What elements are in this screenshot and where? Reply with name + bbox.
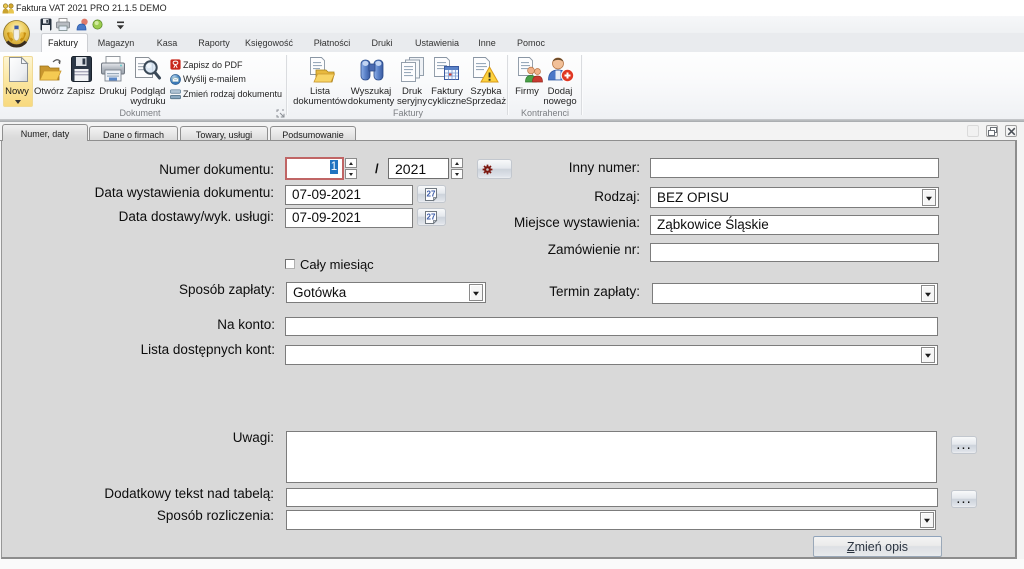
svg-text:27: 27 (427, 213, 436, 222)
svg-text:27: 27 (427, 190, 436, 199)
